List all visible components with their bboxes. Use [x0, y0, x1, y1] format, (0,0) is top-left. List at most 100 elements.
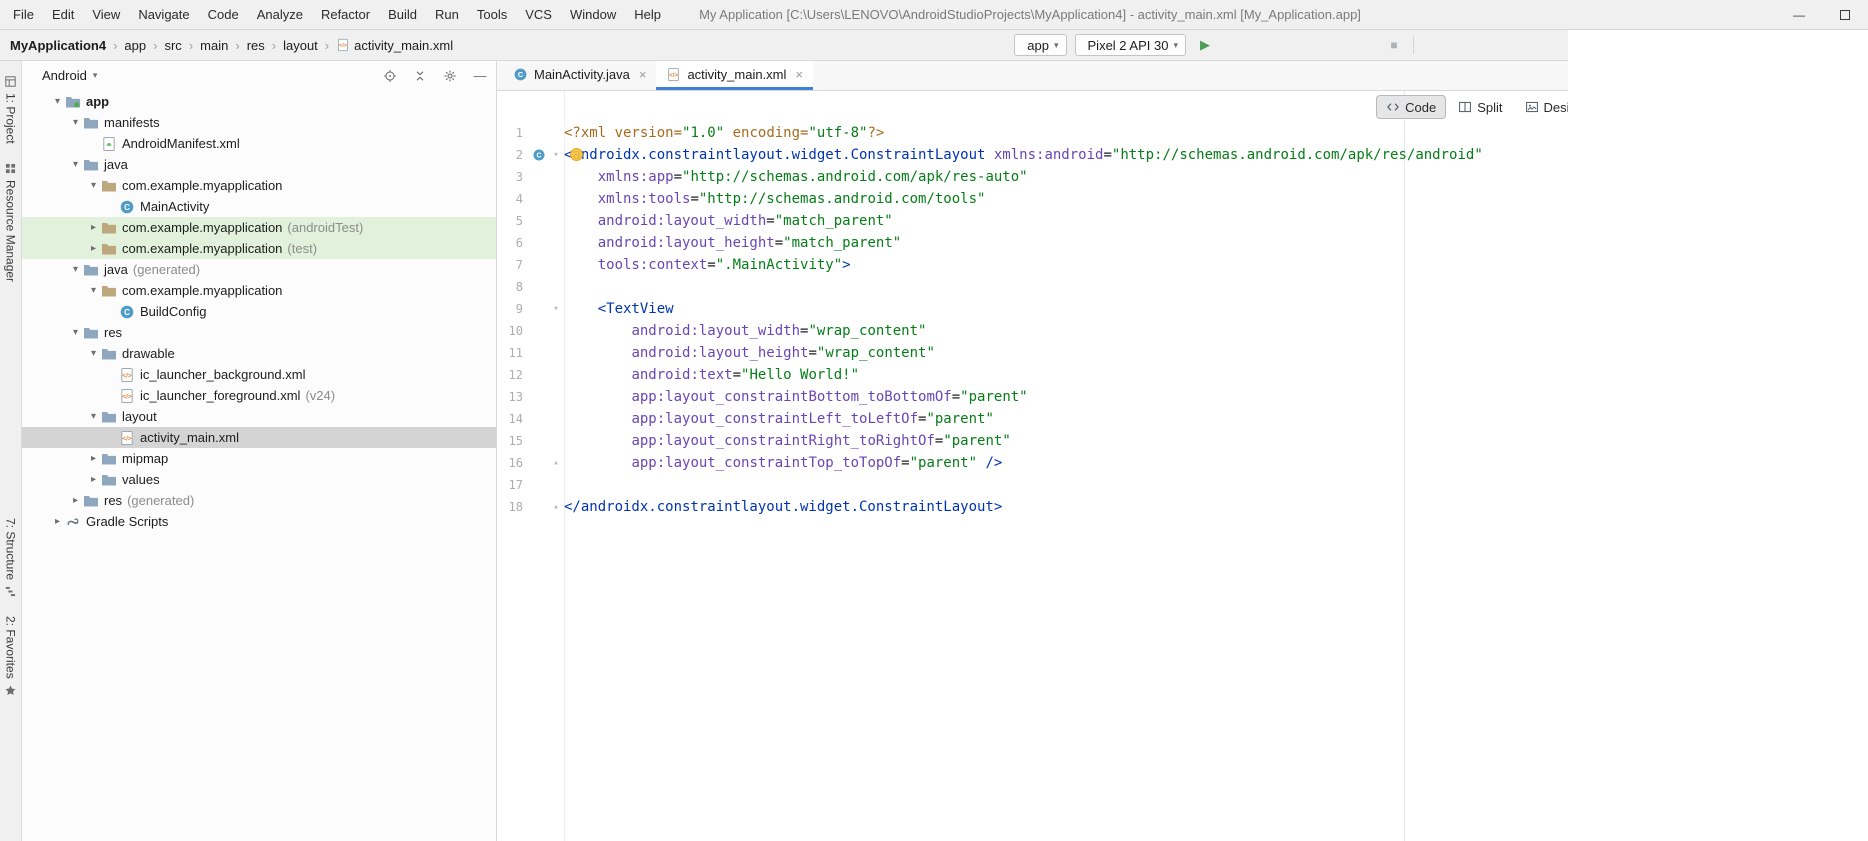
- tree-item-buildconfig[interactable]: C BuildConfig: [22, 301, 496, 322]
- tree-item-activity-main-xml[interactable]: </> activity_main.xml: [22, 427, 496, 448]
- tree-item-layout[interactable]: ▾ layout: [22, 406, 496, 427]
- tree-item-manifests[interactable]: ▾ manifests: [22, 112, 496, 133]
- apply-code-changes-button[interactable]: [1248, 34, 1270, 56]
- close-tab-icon[interactable]: ×: [795, 67, 803, 82]
- chevron-down-icon[interactable]: ▾: [68, 264, 83, 275]
- chevron-right-icon[interactable]: ▸: [86, 222, 101, 233]
- code-line-17[interactable]: 17: [497, 474, 1568, 496]
- project-view-selector[interactable]: Android: [42, 68, 87, 83]
- code-line-1[interactable]: 1 <?xml version="1.0" encoding="utf-8"?>: [497, 122, 1568, 144]
- tool-window-button-resource-manager[interactable]: Resource Manager: [4, 162, 18, 282]
- code-line-5[interactable]: 5 android:layout_width="match_parent": [497, 210, 1568, 232]
- tree-item-mipmap[interactable]: ▸ mipmap: [22, 448, 496, 469]
- fold-marker[interactable]: ▾: [548, 304, 564, 314]
- chevron-down-icon[interactable]: ▾: [86, 180, 101, 191]
- device-select[interactable]: Pixel 2 API 30 ▾: [1074, 34, 1186, 56]
- minimize-button[interactable]: —: [1776, 0, 1822, 29]
- tree-item-com-example-myapplication[interactable]: ▾ com.example.myapplication: [22, 175, 496, 196]
- code-line-8[interactable]: 8: [497, 276, 1568, 298]
- chevron-down-icon[interactable]: ▾: [86, 348, 101, 359]
- breadcrumb-layout[interactable]: layout: [283, 38, 318, 53]
- code-line-15[interactable]: 15 app:layout_constraintRight_toRightOf=…: [497, 430, 1568, 452]
- mode-split-button[interactable]: Split: [1448, 95, 1512, 119]
- chevron-down-icon[interactable]: ▾: [68, 117, 83, 128]
- related-class-gutter[interactable]: C: [530, 148, 548, 162]
- maximize-button[interactable]: [1822, 0, 1868, 29]
- chevron-down-icon[interactable]: ▾: [68, 327, 83, 338]
- breadcrumb-activity-main-xml[interactable]: </> activity_main.xml: [336, 38, 453, 53]
- debug-button[interactable]: [1275, 34, 1297, 56]
- code-line-3[interactable]: 3 xmlns:app="http://schemas.android.com/…: [497, 166, 1568, 188]
- logcat-button[interactable]: [1503, 34, 1525, 56]
- run-button[interactable]: ▶: [1194, 34, 1216, 56]
- breadcrumb-myapplication4[interactable]: MyApplication4: [10, 38, 106, 53]
- tool-window-button-7-structure[interactable]: 7: Structure: [4, 518, 18, 598]
- menu-refactor[interactable]: Refactor: [312, 0, 379, 29]
- tree-item-ic-launcher-background-xml[interactable]: </> ic_launcher_background.xml: [22, 364, 496, 385]
- menu-window[interactable]: Window: [561, 0, 625, 29]
- locate-file-button[interactable]: [380, 66, 400, 86]
- breadcrumb-main[interactable]: main: [200, 38, 228, 53]
- mode-code-button[interactable]: Code: [1376, 95, 1447, 119]
- tool-window-button-1-project[interactable]: 1: Project: [4, 75, 18, 144]
- menu-run[interactable]: Run: [426, 0, 468, 29]
- menu-analyze[interactable]: Analyze: [248, 0, 312, 29]
- menu-vcs[interactable]: VCS: [516, 0, 561, 29]
- tab-mainactivity-java[interactable]: C MainActivity.java ×: [503, 61, 656, 90]
- tree-item-res[interactable]: ▾ res: [22, 322, 496, 343]
- code-line-2[interactable]: 2 C ▾ <androidx.constraintlayout.widget.Con…: [497, 144, 1568, 166]
- menu-build[interactable]: Build: [379, 0, 426, 29]
- code-line-12[interactable]: 12 android:text="Hello World!": [497, 364, 1568, 386]
- menu-navigate[interactable]: Navigate: [129, 0, 198, 29]
- tree-item-java-generated[interactable]: ▾ java (generated): [22, 259, 496, 280]
- chevron-right-icon[interactable]: ▸: [50, 516, 65, 527]
- code-line-9[interactable]: 9 ▾ <TextView: [497, 298, 1568, 320]
- menu-file[interactable]: File: [4, 0, 43, 29]
- profile-button[interactable]: [1302, 34, 1324, 56]
- apply-changes-button[interactable]: [1221, 34, 1243, 56]
- tree-item-com-example-myapplication-androidtest[interactable]: ▸ com.example.myapplication (androidTest): [22, 217, 496, 238]
- hide-panel-button[interactable]: —: [470, 66, 490, 86]
- code-line-7[interactable]: 7 tools:context=".MainActivity">: [497, 254, 1568, 276]
- device-manager-button[interactable]: [1422, 34, 1444, 56]
- breadcrumb-src[interactable]: src: [164, 38, 181, 53]
- tree-item-gradle-scripts[interactable]: ▸ Gradle Scripts: [22, 511, 496, 532]
- tool-window-button-2-favorites[interactable]: 2: Favorites: [4, 616, 18, 697]
- code-line-11[interactable]: 11 android:layout_height="wrap_content": [497, 342, 1568, 364]
- chevron-right-icon[interactable]: ▸: [86, 474, 101, 485]
- menu-help[interactable]: Help: [625, 0, 670, 29]
- code-line-18[interactable]: 18 ▴ </androidx.constraintlayout.widget.Co…: [497, 496, 1568, 518]
- code-area[interactable]: 1 <?xml version="1.0" encoding="utf-8"?> 2…: [497, 91, 1568, 841]
- code-line-10[interactable]: 10 android:layout_width="wrap_content": [497, 320, 1568, 342]
- chevron-right-icon[interactable]: ▸: [86, 243, 101, 254]
- stop-button[interactable]: ■: [1383, 34, 1405, 56]
- chevron-down-icon[interactable]: ▾: [68, 159, 83, 170]
- settings-button[interactable]: [440, 66, 460, 86]
- fold-marker[interactable]: ▴: [548, 502, 564, 512]
- tree-item-res-generated[interactable]: ▸ res (generated): [22, 490, 496, 511]
- run-config-select[interactable]: app ▾: [1014, 34, 1067, 56]
- tree-item-androidmanifest-xml[interactable]: AndroidManifest.xml: [22, 133, 496, 154]
- code-line-13[interactable]: 13 app:layout_constraintBottom_toBottomO…: [497, 386, 1568, 408]
- fold-marker[interactable]: ▴: [548, 458, 564, 468]
- sdk-manager-button[interactable]: [1476, 34, 1498, 56]
- mode-design-button[interactable]: Design: [1515, 95, 1568, 119]
- collapse-all-button[interactable]: [410, 66, 430, 86]
- attach-debugger-button[interactable]: [1356, 34, 1378, 56]
- sync-project-button[interactable]: [1449, 34, 1471, 56]
- code-line-16[interactable]: 16 ▴ app:layout_constraintTop_toTopOf="pa…: [497, 452, 1568, 474]
- tree-item-com-example-myapplication-test[interactable]: ▸ com.example.myapplication (test): [22, 238, 496, 259]
- menu-view[interactable]: View: [83, 0, 129, 29]
- tree-item-mainactivity[interactable]: C MainActivity: [22, 196, 496, 217]
- chevron-right-icon[interactable]: ▸: [86, 453, 101, 464]
- tree-item-values[interactable]: ▸ values: [22, 469, 496, 490]
- tree-item-java[interactable]: ▾ java: [22, 154, 496, 175]
- profiler-button[interactable]: [1329, 34, 1351, 56]
- chevron-right-icon[interactable]: ▸: [68, 495, 83, 506]
- menu-code[interactable]: Code: [199, 0, 248, 29]
- breadcrumb-app[interactable]: app: [124, 38, 146, 53]
- tree-item-app[interactable]: ▾ app: [22, 91, 496, 112]
- intention-bulb-icon[interactable]: [570, 148, 583, 161]
- close-tab-icon[interactable]: ×: [639, 67, 647, 82]
- more-button[interactable]: [1557, 34, 1566, 56]
